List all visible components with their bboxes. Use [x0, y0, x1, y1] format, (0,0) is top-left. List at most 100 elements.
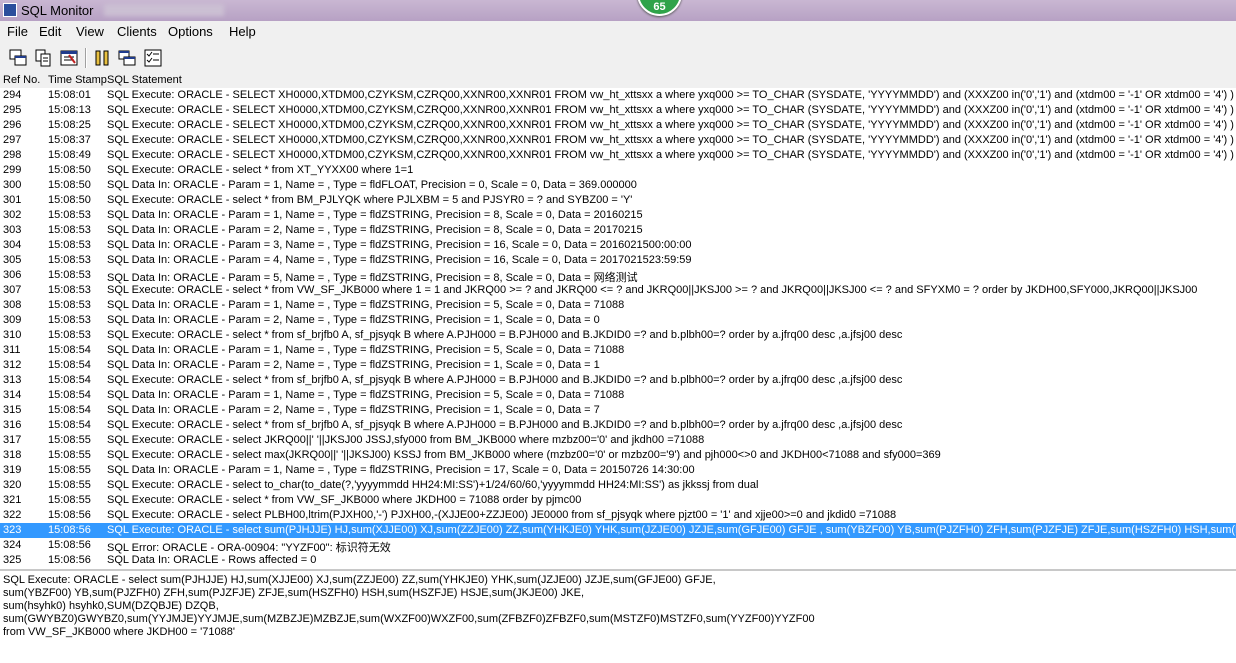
log-row[interactable]: 325 15:08:56 SQL Data In: ORACLE - Rows af… [0, 553, 1236, 568]
time-cell: 15:08:53 [48, 224, 91, 236]
sql-detail-pane[interactable]: SQL Execute: ORACLE - select sum(PJHJJE)… [0, 569, 1236, 663]
log-row[interactable]: 324 15:08:56 SQL Error: ORACLE - ORA-00904… [0, 538, 1236, 554]
log-row[interactable]: 314 15:08:54 SQL Data In: ORACLE - Param =… [0, 388, 1236, 403]
sql-cell: SQL Data In: ORACLE - Param = 2, Name = … [107, 224, 643, 236]
column-sql-statement[interactable]: SQL Statement [107, 74, 182, 86]
sql-cell: SQL Data In: ORACLE - Param = 1, Name = … [107, 389, 625, 401]
menu-file[interactable]: File [7, 24, 28, 39]
menu-help[interactable]: Help [229, 24, 256, 39]
log-row[interactable]: 304 15:08:53 SQL Data In: ORACLE - Param =… [0, 238, 1236, 253]
ref-cell: 312 [3, 359, 22, 371]
log-row[interactable]: 299 15:08:50 SQL Execute: ORACLE - select … [0, 163, 1236, 178]
ref-cell: 321 [3, 494, 22, 506]
log-row[interactable]: 306 15:08:53 SQL Data In: ORACLE - Param =… [0, 268, 1236, 284]
time-cell: 15:08:50 [48, 179, 91, 191]
log-row[interactable]: 312 15:08:54 SQL Data In: ORACLE - Param =… [0, 358, 1236, 373]
checklist-icon[interactable] [144, 49, 162, 67]
copy-window-icon[interactable] [9, 49, 27, 67]
ref-cell: 299 [3, 164, 22, 176]
ref-cell: 296 [3, 119, 22, 131]
time-cell: 15:08:53 [48, 314, 91, 326]
log-row[interactable]: 298 15:08:49 SQL Execute: ORACLE - SELECT … [0, 148, 1236, 163]
ref-cell: 306 [3, 269, 22, 281]
sql-cell: SQL Execute: ORACLE - select JKRQ00||' '… [107, 434, 705, 446]
ref-cell: 318 [3, 449, 22, 461]
sql-log-list[interactable]: 294 15:08:01 SQL Execute: ORACLE - SELECT … [0, 88, 1236, 569]
log-row[interactable]: 311 15:08:54 SQL Data In: ORACLE - Param =… [0, 343, 1236, 358]
time-cell: 15:08:54 [48, 419, 91, 431]
log-row[interactable]: 313 15:08:54 SQL Execute: ORACLE - select … [0, 373, 1236, 388]
log-row[interactable]: 316 15:08:54 SQL Execute: ORACLE - select … [0, 418, 1236, 433]
time-cell: 15:08:54 [48, 344, 91, 356]
log-row[interactable]: 321 15:08:55 SQL Execute: ORACLE - select … [0, 493, 1236, 508]
column-ref-no[interactable]: Ref No. [3, 74, 40, 86]
log-row[interactable]: 317 15:08:55 SQL Execute: ORACLE - select … [0, 433, 1236, 448]
column-time-stamp[interactable]: Time Stamp [48, 74, 107, 86]
clear-log-icon[interactable] [60, 49, 78, 67]
log-row[interactable]: 319 15:08:55 SQL Data In: ORACLE - Param =… [0, 463, 1236, 478]
log-row[interactable]: 300 15:08:50 SQL Data In: ORACLE - Param =… [0, 178, 1236, 193]
menu-edit[interactable]: Edit [39, 24, 61, 39]
sql-cell: SQL Data In: ORACLE - Param = 1, Name = … [107, 464, 695, 476]
ref-cell: 324 [3, 539, 22, 551]
time-cell: 15:08:50 [48, 194, 91, 206]
time-cell: 15:08:54 [48, 389, 91, 401]
ref-cell: 319 [3, 464, 22, 476]
time-cell: 15:08:53 [48, 299, 91, 311]
log-row[interactable]: 323 15:08:56 SQL Execute: ORACLE - select … [0, 523, 1236, 538]
sql-cell: SQL Execute: ORACLE - SELECT XH0000,XTDM… [107, 134, 1236, 146]
sql-cell: SQL Execute: ORACLE - SELECT XH0000,XTDM… [107, 89, 1236, 101]
ref-cell: 316 [3, 419, 22, 431]
sql-cell: SQL Execute: ORACLE - SELECT XH0000,XTDM… [107, 104, 1236, 116]
log-row[interactable]: 307 15:08:53 SQL Execute: ORACLE - select … [0, 283, 1236, 298]
ref-cell: 303 [3, 224, 22, 236]
sql-cell: SQL Data In: ORACLE - Param = 4, Name = … [107, 254, 692, 266]
ref-cell: 315 [3, 404, 22, 416]
ref-cell: 300 [3, 179, 22, 191]
ref-cell: 313 [3, 374, 22, 386]
sql-cell: SQL Execute: ORACLE - select * from sf_b… [107, 374, 903, 386]
log-row[interactable]: 297 15:08:37 SQL Execute: ORACLE - SELECT … [0, 133, 1236, 148]
blurred-title-suffix [104, 4, 224, 16]
log-row[interactable]: 301 15:08:50 SQL Execute: ORACLE - select … [0, 193, 1236, 208]
log-row[interactable]: 310 15:08:53 SQL Execute: ORACLE - select … [0, 328, 1236, 343]
menu-options[interactable]: Options [168, 24, 213, 39]
log-row[interactable]: 308 15:08:53 SQL Data In: ORACLE - Param =… [0, 298, 1236, 313]
ref-cell: 311 [3, 344, 21, 356]
log-row[interactable]: 320 15:08:55 SQL Execute: ORACLE - select … [0, 478, 1236, 493]
ref-cell: 305 [3, 254, 22, 266]
time-cell: 15:08:25 [48, 119, 91, 131]
sql-cell: SQL Data In: ORACLE - Param = 3, Name = … [107, 239, 692, 251]
sql-cell: SQL Data In: ORACLE - Rows affected = 0 [107, 554, 317, 566]
log-row[interactable]: 315 15:08:54 SQL Data In: ORACLE - Param =… [0, 403, 1236, 418]
tile-windows-icon[interactable] [118, 49, 136, 67]
time-cell: 15:08:55 [48, 494, 91, 506]
copy-icon[interactable] [34, 49, 52, 67]
app-icon[interactable] [3, 3, 17, 17]
log-row[interactable]: 318 15:08:55 SQL Execute: ORACLE - select … [0, 448, 1236, 463]
ref-cell: 307 [3, 284, 22, 296]
log-row[interactable]: 309 15:08:53 SQL Data In: ORACLE - Param =… [0, 313, 1236, 328]
log-row[interactable]: 295 15:08:13 SQL Execute: ORACLE - SELECT … [0, 103, 1236, 118]
menu-view[interactable]: View [76, 24, 104, 39]
sql-cell: SQL Execute: ORACLE - select * from XT_Y… [107, 164, 414, 176]
log-row[interactable]: 296 15:08:25 SQL Execute: ORACLE - SELECT … [0, 118, 1236, 133]
log-row[interactable]: 303 15:08:53 SQL Data In: ORACLE - Param =… [0, 223, 1236, 238]
time-cell: 15:08:54 [48, 374, 91, 386]
time-cell: 15:08:55 [48, 464, 91, 476]
time-cell: 15:08:53 [48, 239, 91, 251]
sql-cell: SQL Execute: ORACLE - select * from sf_b… [107, 419, 903, 431]
sql-cell: SQL Data In: ORACLE - Param = 2, Name = … [107, 359, 600, 371]
sql-cell: SQL Execute: ORACLE - select * from VW_S… [107, 284, 1198, 296]
time-cell: 15:08:53 [48, 284, 91, 296]
time-cell: 15:08:55 [48, 479, 91, 491]
log-row[interactable]: 302 15:08:53 SQL Data In: ORACLE - Param =… [0, 208, 1236, 223]
log-row[interactable]: 322 15:08:56 SQL Execute: ORACLE - select … [0, 508, 1236, 523]
log-row[interactable]: 305 15:08:53 SQL Data In: ORACLE - Param =… [0, 253, 1236, 268]
log-row[interactable]: 294 15:08:01 SQL Execute: ORACLE - SELECT … [0, 88, 1236, 103]
time-cell: 15:08:37 [48, 134, 91, 146]
pause-icon[interactable] [93, 49, 111, 67]
menu-clients[interactable]: Clients [117, 24, 157, 39]
sql-cell: SQL Execute: ORACLE - select * from sf_b… [107, 329, 903, 341]
time-cell: 15:08:55 [48, 434, 91, 446]
